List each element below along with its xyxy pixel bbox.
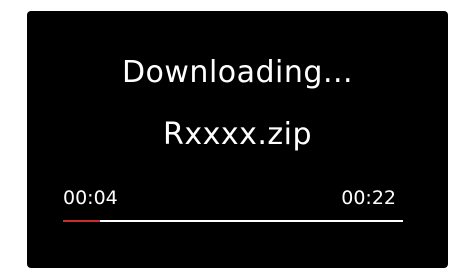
progress-bar-fill xyxy=(63,220,101,222)
file-name: Rxxxx.zip xyxy=(162,117,313,152)
progress-bar xyxy=(63,220,403,222)
download-status-text: Downloading... xyxy=(121,55,354,90)
total-time: 00:22 xyxy=(341,187,396,209)
download-screen: Downloading... Rxxxx.zip 00:04 00:22 xyxy=(27,11,448,268)
elapsed-time: 00:04 xyxy=(63,187,118,209)
